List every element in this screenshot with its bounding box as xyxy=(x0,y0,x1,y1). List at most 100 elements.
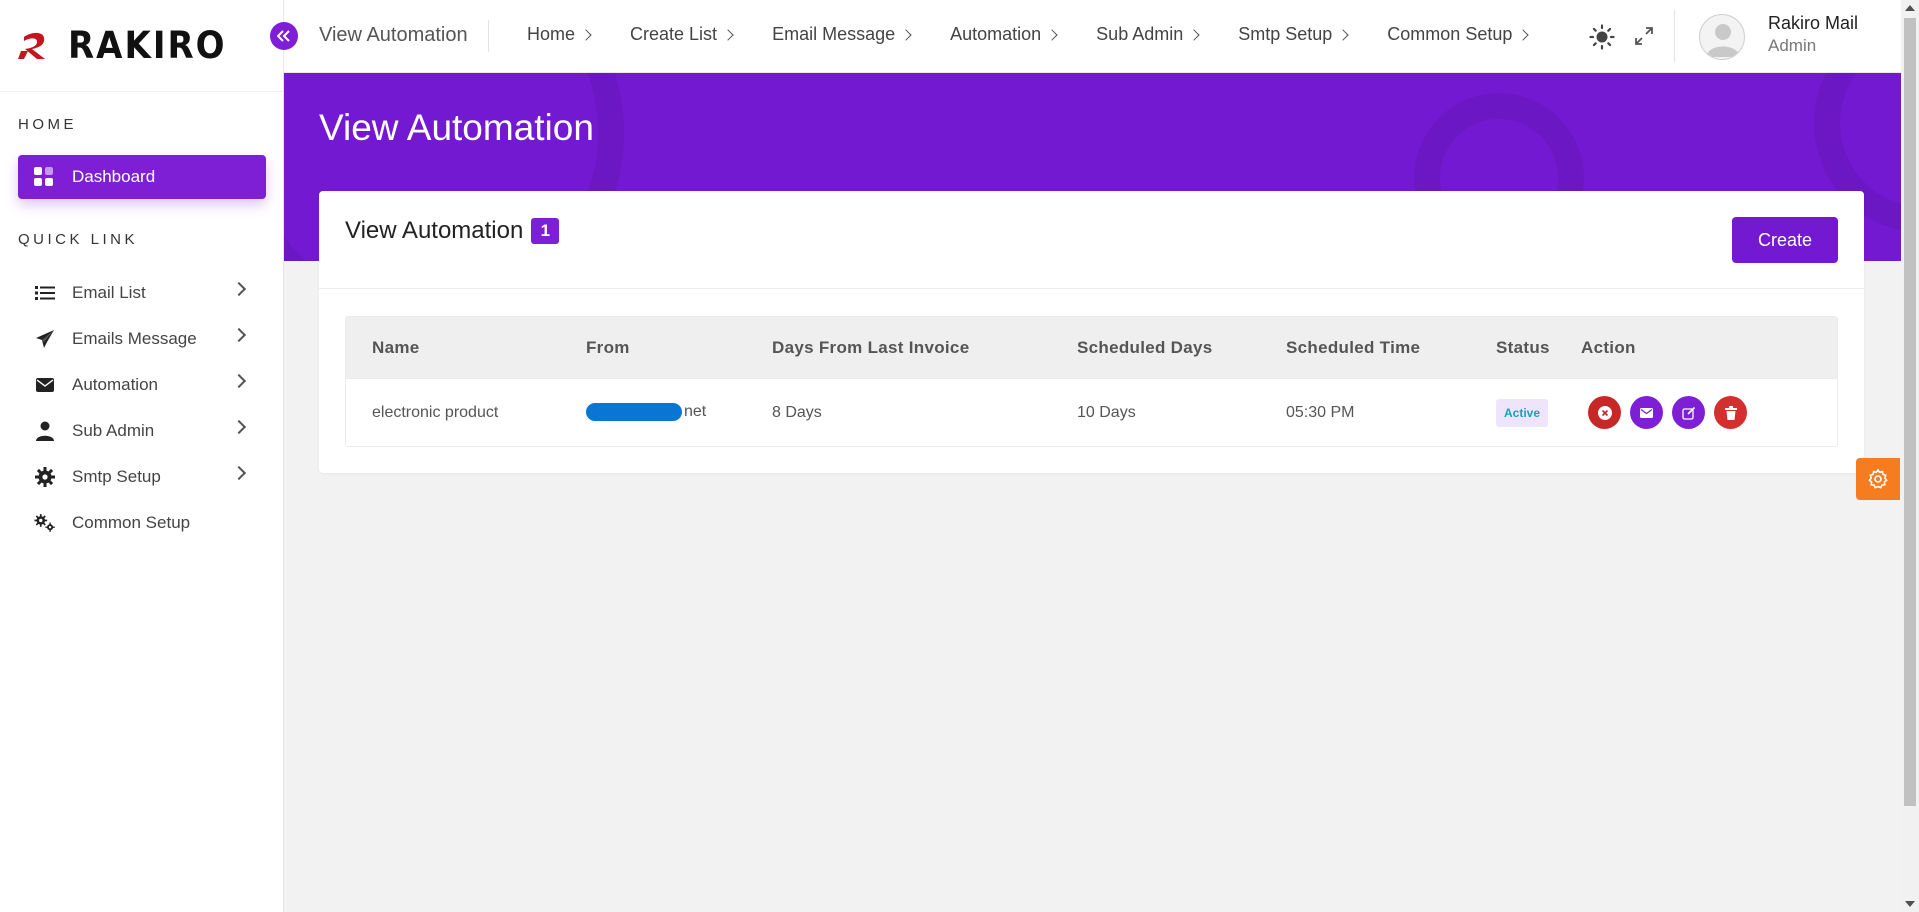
user-name: Rakiro Mail xyxy=(1768,13,1859,33)
row-actions xyxy=(1588,396,1747,429)
scroll-up-arrow[interactable] xyxy=(1905,5,1915,11)
chevron-right-icon xyxy=(1046,28,1058,41)
cell-from-suffix: net xyxy=(684,403,707,421)
nav-label: Sub Admin xyxy=(1096,24,1184,44)
sidebar-item-dashboard[interactable]: Dashboard xyxy=(18,155,266,199)
chevron-right-icon xyxy=(231,281,247,297)
sidebar-item-email-list[interactable]: Email List xyxy=(0,270,284,316)
scrollbar-thumb[interactable] xyxy=(1904,18,1916,806)
sidebar-item-label: Sub Admin xyxy=(72,421,155,440)
status-badge: Active xyxy=(1496,398,1549,427)
chevron-right-icon xyxy=(580,28,592,41)
sidebar-item-emails-message[interactable]: Emails Message xyxy=(0,316,284,362)
delete-button[interactable] xyxy=(1714,396,1747,429)
cell-days-from-last-invoice: 8 Days xyxy=(772,403,822,421)
list-icon xyxy=(34,282,56,304)
brand-name: RAKIRO xyxy=(68,23,227,68)
chevron-right-icon xyxy=(231,373,247,389)
chevron-right-icon xyxy=(231,327,247,343)
banner-title: View Automation xyxy=(319,107,594,148)
table-row: electronic product net 8 Days 10 Days 05… xyxy=(346,378,1837,446)
edit-icon xyxy=(1681,406,1695,420)
redacted-email-mark xyxy=(586,403,682,422)
column-header-days-from-last-invoice[interactable]: Days From Last Invoice xyxy=(772,338,969,358)
automation-table: Name From Days From Last Invoice Schedul… xyxy=(345,316,1838,447)
nav-email-message[interactable]: Email Message xyxy=(772,24,912,45)
nav-common-setup[interactable]: Common Setup xyxy=(1387,24,1530,45)
cell-scheduled-time: 05:30 PM xyxy=(1286,403,1355,421)
card-header: View Automation 1 Create xyxy=(319,191,1864,289)
sidebar: RAKIRO HOME Dashboard QUICK LINK Email L… xyxy=(0,0,284,912)
chevron-right-icon xyxy=(1188,28,1200,41)
nav-smtp-setup[interactable]: Smtp Setup xyxy=(1238,24,1349,45)
nav-create-list[interactable]: Create List xyxy=(630,24,734,45)
sidebar-item-sub-admin[interactable]: Sub Admin xyxy=(0,408,284,454)
cell-name: electronic product xyxy=(372,403,499,421)
logo[interactable]: RAKIRO xyxy=(0,0,283,92)
divider xyxy=(1674,10,1675,62)
nav-label: Smtp Setup xyxy=(1238,24,1333,44)
avatar[interactable] xyxy=(1699,14,1745,60)
chevron-right-icon xyxy=(231,465,247,481)
rakiro-logo-icon xyxy=(18,32,45,59)
column-header-from[interactable]: From xyxy=(586,338,630,358)
theme-settings-button[interactable] xyxy=(1856,458,1900,500)
user-icon xyxy=(34,420,56,442)
collapse-sidebar-button[interactable] xyxy=(270,22,298,50)
sidebar-item-label: Smtp Setup xyxy=(72,467,161,486)
create-button[interactable]: Create xyxy=(1732,217,1838,263)
nav-sub-admin[interactable]: Sub Admin xyxy=(1096,24,1200,45)
page-title: View Automation xyxy=(319,24,468,46)
chevron-right-icon xyxy=(231,419,247,435)
envelope-icon xyxy=(1640,407,1653,418)
sidebar-item-label: Email List xyxy=(72,283,146,302)
nav-label: Automation xyxy=(950,24,1042,44)
sidebar-menu: Email List Emails Message Automation Sub… xyxy=(0,270,284,546)
card-title-text: View Automation xyxy=(345,217,524,244)
sidebar-item-common-setup[interactable]: Common Setup xyxy=(0,500,284,546)
sidebar-item-label: Automation xyxy=(72,375,158,394)
deactivate-button[interactable] xyxy=(1588,396,1621,429)
paper-plane-icon xyxy=(34,328,56,350)
nav-automation[interactable]: Automation xyxy=(950,24,1058,45)
column-header-scheduled-time[interactable]: Scheduled Time xyxy=(1286,338,1420,358)
chevron-right-icon xyxy=(722,28,734,41)
nav-home[interactable]: Home xyxy=(527,24,592,45)
trash-icon xyxy=(1724,405,1737,420)
envelope-icon xyxy=(34,374,56,396)
fullscreen-icon[interactable] xyxy=(1634,26,1654,46)
automation-card: View Automation 1 Create Name From Days … xyxy=(319,191,1864,473)
sidebar-item-label: Emails Message xyxy=(72,329,197,348)
divider xyxy=(488,20,489,52)
card-title: View Automation 1 xyxy=(345,217,560,245)
theme-toggle-sun-icon[interactable] xyxy=(1589,24,1615,50)
column-header-status[interactable]: Status xyxy=(1496,338,1550,358)
dashboard-icon xyxy=(34,167,54,187)
nav-label: Create List xyxy=(630,24,718,44)
home-heading: HOME xyxy=(18,116,77,133)
nav-label: Email Message xyxy=(772,24,896,44)
nav-label: Home xyxy=(527,24,576,44)
vertical-scrollbar[interactable] xyxy=(1901,0,1919,912)
count-badge: 1 xyxy=(531,218,560,244)
cell-from: net xyxy=(586,403,707,422)
nav-label: Common Setup xyxy=(1387,24,1513,44)
edit-button[interactable] xyxy=(1672,396,1705,429)
column-header-name[interactable]: Name xyxy=(372,338,420,358)
cell-status: Active xyxy=(1496,398,1549,427)
gears-icon xyxy=(34,512,56,534)
sidebar-item-label: Common Setup xyxy=(72,513,191,532)
scroll-down-arrow[interactable] xyxy=(1905,901,1915,907)
close-circle-icon xyxy=(1597,405,1612,420)
quick-link-heading: QUICK LINK xyxy=(18,231,139,248)
column-header-scheduled-days[interactable]: Scheduled Days xyxy=(1077,338,1213,358)
top-nav: Home Create List Email Message Automatio… xyxy=(527,24,1567,45)
user-avatar-icon xyxy=(1706,24,1740,57)
sidebar-item-automation[interactable]: Automation xyxy=(0,362,284,408)
gear-icon xyxy=(34,466,56,488)
sidebar-item-smtp-setup[interactable]: Smtp Setup xyxy=(0,454,284,500)
chevron-right-icon xyxy=(1517,28,1530,41)
user-role: Admin xyxy=(1768,36,1817,55)
column-header-action: Action xyxy=(1581,337,1636,357)
send-email-button[interactable] xyxy=(1630,396,1663,429)
